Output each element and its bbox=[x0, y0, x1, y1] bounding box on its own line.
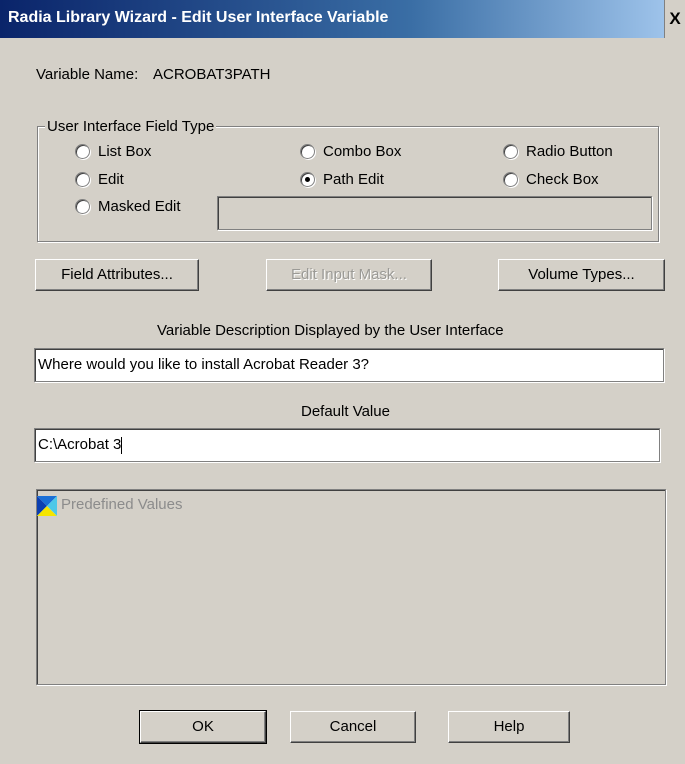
default-value-text: C:\Acrobat 3 bbox=[38, 436, 122, 453]
predefined-values-panel[interactable] bbox=[36, 489, 666, 685]
variable-name-value: ACROBAT3PATH bbox=[153, 66, 271, 83]
radio-masked-edit[interactable]: Masked Edit bbox=[75, 198, 181, 215]
radio-edit[interactable]: Edit bbox=[75, 171, 124, 188]
predefined-values-label: Predefined Values bbox=[61, 496, 183, 513]
radio-circle-icon bbox=[503, 144, 518, 159]
cancel-button[interactable]: Cancel bbox=[290, 711, 416, 743]
predefined-values-icon bbox=[37, 496, 57, 516]
ok-button[interactable]: OK bbox=[139, 710, 267, 744]
radio-circle-icon bbox=[75, 172, 90, 187]
help-button[interactable]: Help bbox=[448, 711, 570, 743]
radio-label: Path Edit bbox=[323, 171, 384, 188]
radio-label: Check Box bbox=[526, 171, 599, 188]
radio-label: Edit bbox=[98, 171, 124, 188]
field-attributes-button[interactable]: Field Attributes... bbox=[35, 259, 199, 291]
radio-path-edit[interactable]: Path Edit bbox=[300, 171, 384, 188]
description-label: Variable Description Displayed by the Us… bbox=[157, 322, 504, 339]
radio-label: List Box bbox=[98, 143, 152, 160]
field-type-legend: User Interface Field Type bbox=[45, 118, 217, 135]
edit-input-mask-button: Edit Input Mask... bbox=[266, 259, 432, 291]
radio-label: Radio Button bbox=[526, 143, 613, 160]
radio-check-box[interactable]: Check Box bbox=[503, 171, 599, 188]
radio-circle-icon bbox=[75, 144, 90, 159]
radio-radio-button[interactable]: Radio Button bbox=[503, 143, 613, 160]
radio-label: Masked Edit bbox=[98, 198, 181, 215]
variable-name-label: Variable Name: bbox=[36, 66, 139, 83]
description-input[interactable]: Where would you like to install Acrobat … bbox=[34, 348, 664, 382]
radio-circle-icon bbox=[300, 144, 315, 159]
masked-edit-field bbox=[217, 196, 652, 230]
window-title: Radia Library Wizard - Edit User Interfa… bbox=[8, 9, 389, 26]
close-button[interactable]: X bbox=[664, 0, 685, 38]
radio-circle-icon bbox=[75, 199, 90, 214]
radio-combo-box[interactable]: Combo Box bbox=[300, 143, 401, 160]
radio-label: Combo Box bbox=[323, 143, 402, 160]
radio-selected-icon bbox=[300, 172, 315, 187]
default-value-input[interactable]: C:\Acrobat 3 bbox=[34, 428, 660, 462]
radio-list-box[interactable]: List Box bbox=[75, 143, 151, 160]
default-value-label: Default Value bbox=[301, 403, 390, 420]
title-bar[interactable]: Radia Library Wizard - Edit User Interfa… bbox=[0, 0, 685, 38]
radio-circle-icon bbox=[503, 172, 518, 187]
text-cursor bbox=[121, 436, 123, 454]
volume-types-button[interactable]: Volume Types... bbox=[498, 259, 665, 291]
